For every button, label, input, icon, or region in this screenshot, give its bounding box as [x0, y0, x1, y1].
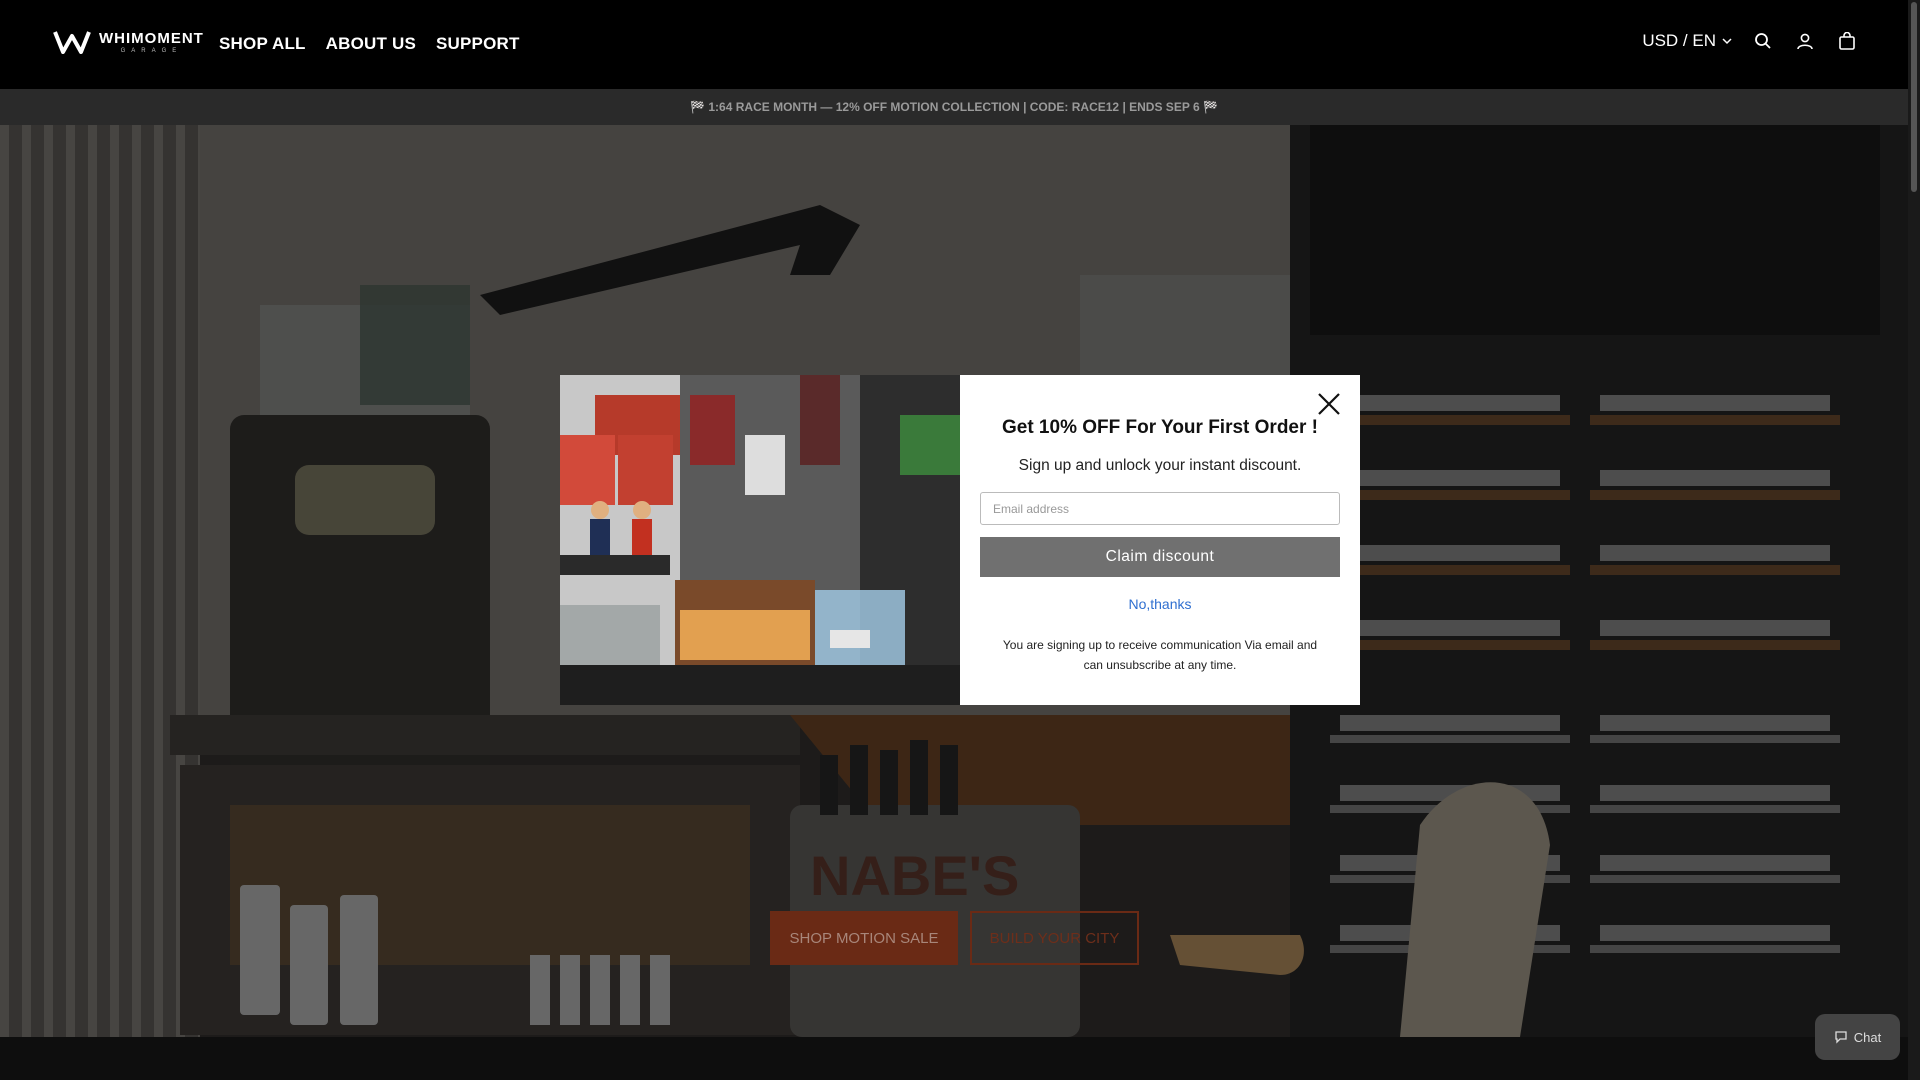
- popup-diorama-image: [560, 375, 960, 705]
- locale-label: USD / EN: [1642, 31, 1716, 50]
- page-scrollbar[interactable]: [1908, 0, 1920, 1080]
- popup-legal-text: You are signing up to receive communicat…: [1002, 638, 1318, 672]
- brand-logo[interactable]: WHIMOMENT GARAGE: [53, 30, 204, 54]
- claim-discount-button[interactable]: Claim discount: [980, 537, 1340, 577]
- nav-support[interactable]: SUPPORT: [436, 34, 520, 54]
- chat-bubble-icon: [1835, 1031, 1847, 1044]
- announcement-bar[interactable]: 🏁 1:64 RACE MONTH — 12% OFF MOTION COLLE…: [0, 89, 1908, 125]
- no-thanks-link[interactable]: No,thanks: [960, 596, 1360, 612]
- search-icon[interactable]: [1752, 30, 1774, 52]
- chat-label: Chat: [1853, 1029, 1882, 1045]
- popup-image: [560, 375, 960, 705]
- cart-icon[interactable]: [1836, 30, 1858, 52]
- chat-launcher-button[interactable]: Chat: [1815, 1014, 1900, 1060]
- chevron-down-icon: [1722, 38, 1732, 45]
- logo-subtitle: GARAGE: [120, 47, 183, 54]
- logo-w-icon: [53, 31, 91, 54]
- site-header: WHIMOMENT GARAGE SHOP ALL ABOUT US SUPPO…: [0, 0, 1908, 89]
- nav-about-us[interactable]: ABOUT US: [326, 34, 416, 54]
- nav-shop-all[interactable]: SHOP ALL: [219, 34, 306, 54]
- logo-wordmark: WHIMOMENT: [99, 29, 204, 47]
- main-nav: SHOP ALL ABOUT US SUPPORT: [219, 34, 520, 54]
- discount-popup: Get 10% OFF For Your First Order ! Sign …: [560, 375, 1360, 705]
- popup-content: Get 10% OFF For Your First Order ! Sign …: [960, 375, 1360, 705]
- currency-language-selector[interactable]: USD / EN: [1642, 31, 1732, 51]
- shop-motion-sale-button[interactable]: SHOP MOTION SALE: [770, 911, 958, 965]
- popup-subtitle: Sign up and unlock your instant discount…: [1018, 457, 1302, 474]
- page-bottom-strip: [0, 1037, 1908, 1080]
- build-your-city-button[interactable]: BUILD YOUR CITY: [970, 911, 1139, 965]
- close-icon[interactable]: [1316, 391, 1342, 417]
- scrollbar-thumb[interactable]: [1911, 2, 1917, 192]
- popup-title: Get 10% OFF For Your First Order !: [1001, 417, 1318, 438]
- account-icon[interactable]: [1794, 30, 1816, 52]
- email-field[interactable]: [980, 492, 1340, 525]
